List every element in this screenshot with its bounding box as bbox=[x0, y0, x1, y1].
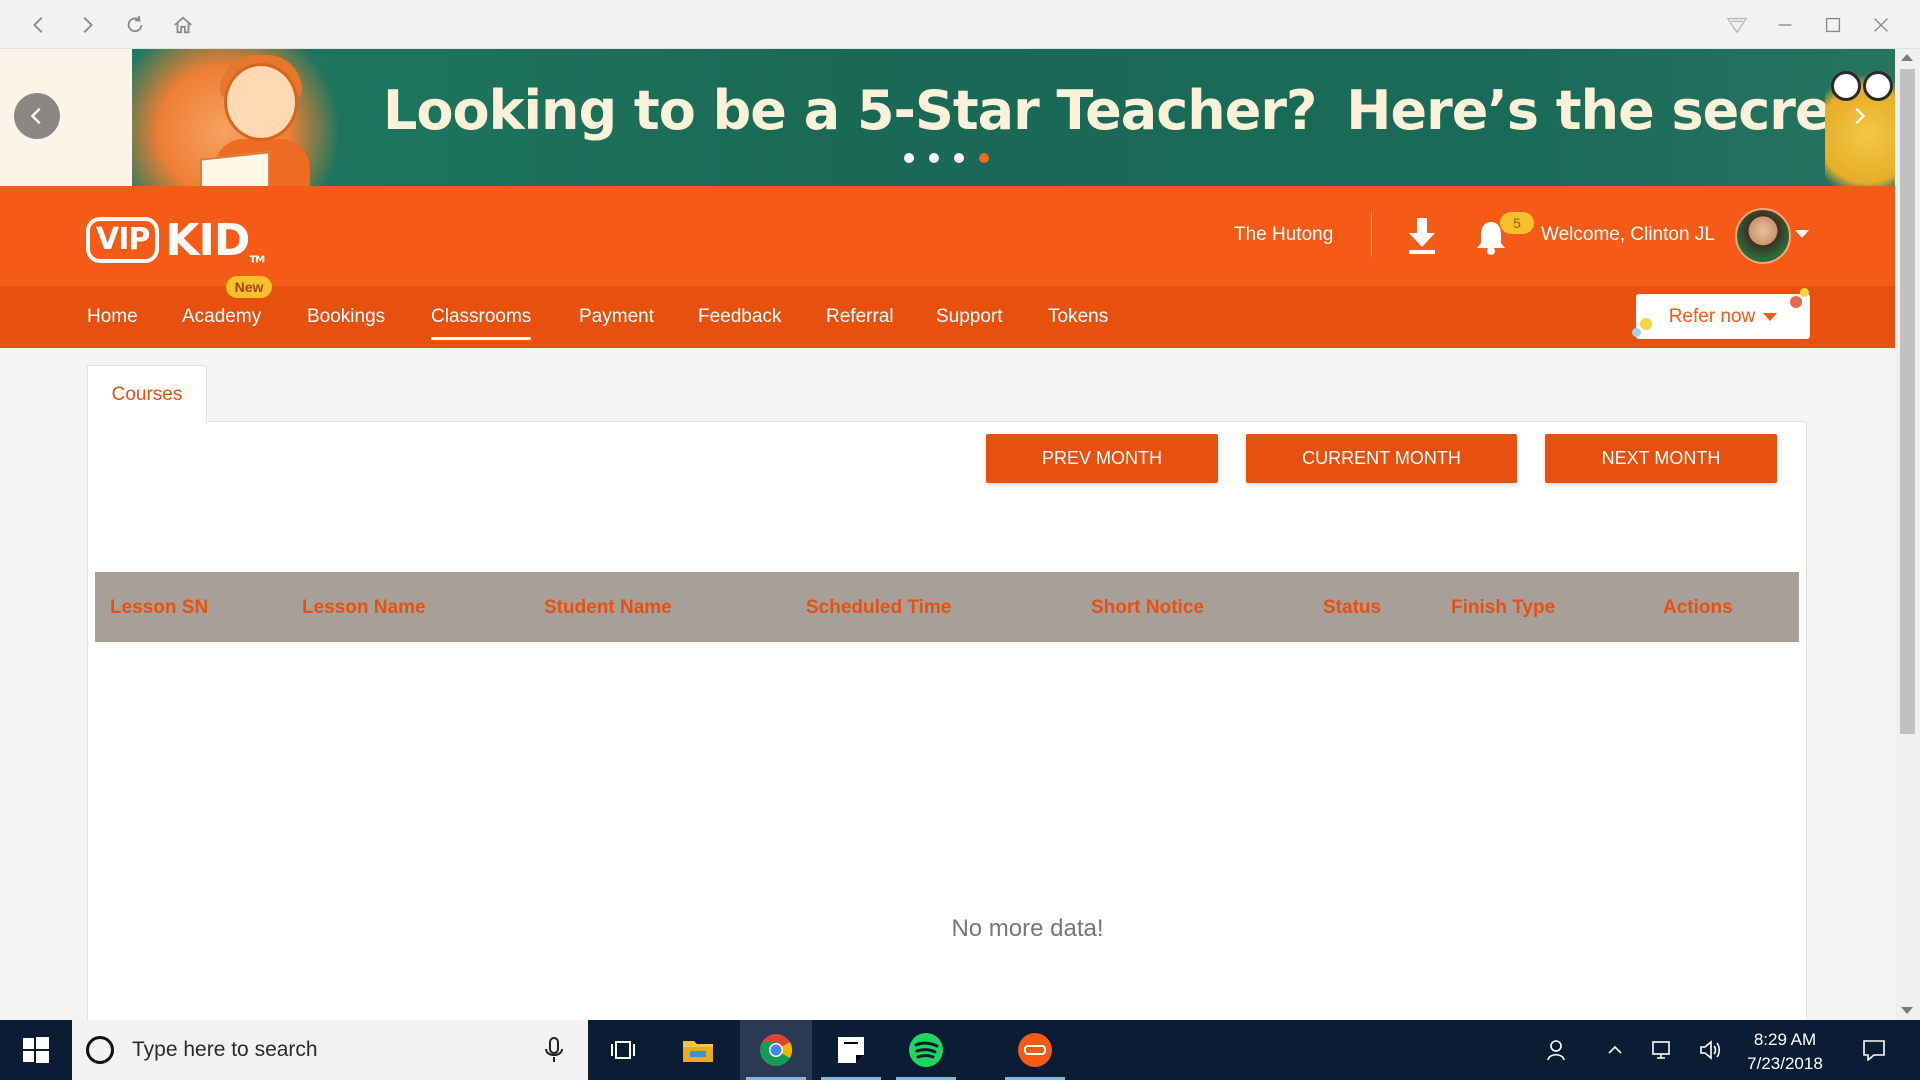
empty-state-message: No more data! bbox=[951, 915, 1104, 942]
vipkid-logo[interactable]: VIP KIDTM bbox=[86, 212, 265, 266]
network-icon[interactable] bbox=[1646, 1020, 1680, 1080]
flower-decoration-icon bbox=[1632, 328, 1641, 337]
page-scrollbar[interactable] bbox=[1895, 49, 1920, 1019]
avatar[interactable] bbox=[1735, 208, 1791, 264]
nav-bookings[interactable]: Bookings bbox=[307, 306, 385, 328]
action-center-icon[interactable] bbox=[1852, 1020, 1896, 1080]
current-month-button[interactable]: CURRENT MONTH bbox=[1246, 434, 1517, 483]
chevron-up-icon[interactable] bbox=[1598, 1020, 1632, 1080]
header-divider bbox=[1371, 213, 1372, 257]
people-icon[interactable] bbox=[1538, 1020, 1578, 1080]
column-header[interactable]: Lesson SN bbox=[110, 597, 208, 619]
column-header[interactable]: Status bbox=[1323, 597, 1381, 619]
column-header[interactable]: Student Name bbox=[544, 597, 672, 619]
site-header: VIP KIDTM The Hutong 5 Welcome, Clinton J… bbox=[0, 186, 1895, 286]
refer-now-label: Refer now bbox=[1668, 305, 1756, 327]
banner-headline-part1: Looking to be a 5-Star Teacher? bbox=[383, 79, 1317, 142]
windows-taskbar: Type here to search 8:29 AM 7/23/2018 bbox=[0, 1020, 1920, 1080]
flower-decoration-icon bbox=[1800, 288, 1809, 297]
sticky-notes-button[interactable] bbox=[815, 1020, 887, 1080]
cortana-icon[interactable] bbox=[86, 1036, 114, 1064]
column-header[interactable]: Lesson Name bbox=[302, 597, 426, 619]
banner-headline-part2: Here’s the secret! bbox=[1346, 79, 1880, 142]
column-header[interactable]: Scheduled Time bbox=[806, 597, 951, 619]
banner-next-button[interactable] bbox=[1836, 93, 1882, 139]
column-header[interactable]: Finish Type bbox=[1451, 597, 1555, 619]
chrome-icon bbox=[760, 1034, 793, 1066]
welcome-text[interactable]: Welcome, Clinton JL bbox=[1541, 224, 1715, 246]
column-header[interactable]: Actions bbox=[1663, 597, 1733, 619]
nav-academy[interactable]: Academy bbox=[182, 306, 261, 328]
tab-courses[interactable]: Courses bbox=[87, 365, 207, 423]
refer-now-button[interactable]: Refer now bbox=[1636, 294, 1810, 339]
browser-toolbar bbox=[0, 0, 1920, 49]
carousel-dot[interactable] bbox=[904, 153, 914, 163]
hutong-link[interactable]: The Hutong bbox=[1234, 224, 1333, 246]
scroll-up-icon[interactable] bbox=[1901, 54, 1913, 61]
banner-prev-button[interactable] bbox=[14, 93, 60, 139]
carousel-dot-active[interactable] bbox=[979, 153, 989, 163]
carousel-dot[interactable] bbox=[954, 153, 964, 163]
spotify-icon bbox=[909, 1033, 943, 1067]
nav-home[interactable]: Home bbox=[87, 306, 138, 328]
task-view-button[interactable] bbox=[588, 1020, 660, 1080]
forward-icon[interactable] bbox=[72, 10, 102, 40]
nav-payment[interactable]: Payment bbox=[579, 306, 654, 328]
vipkid-app-icon bbox=[1018, 1033, 1052, 1067]
taskbar-search[interactable]: Type here to search bbox=[72, 1020, 588, 1080]
teacher-illustration bbox=[200, 51, 330, 186]
chrome-taskbar-button[interactable] bbox=[740, 1020, 812, 1080]
microphone-icon[interactable] bbox=[544, 1037, 564, 1063]
chevron-left-icon bbox=[30, 107, 41, 125]
spotify-button[interactable] bbox=[890, 1020, 962, 1080]
main-nav: Home Academy Bookings Classrooms Payment… bbox=[0, 286, 1895, 348]
clock-date: 7/23/2018 bbox=[1747, 1054, 1823, 1073]
home-icon[interactable] bbox=[168, 10, 198, 40]
task-view-icon bbox=[611, 1041, 635, 1059]
flower-decoration-icon bbox=[1640, 318, 1652, 330]
chevron-down-icon bbox=[1763, 312, 1778, 321]
windows-logo-icon bbox=[23, 1037, 49, 1063]
new-badge: New bbox=[226, 276, 272, 298]
download-icon[interactable] bbox=[1406, 216, 1438, 256]
prev-month-button[interactable]: PREV MONTH bbox=[986, 434, 1218, 483]
banner-headline: Looking to be a 5-Star Teacher? Here’s th… bbox=[383, 79, 1880, 142]
vipkid-teacher-app-button[interactable] bbox=[999, 1020, 1071, 1080]
close-icon[interactable] bbox=[1866, 10, 1896, 40]
nav-tokens[interactable]: Tokens bbox=[1048, 306, 1108, 328]
clock-time: 8:29 AM bbox=[1753, 1030, 1817, 1049]
file-explorer-button[interactable] bbox=[662, 1020, 734, 1080]
carousel-dots bbox=[904, 153, 989, 163]
maximize-icon[interactable] bbox=[1818, 10, 1848, 40]
back-icon[interactable] bbox=[24, 10, 54, 40]
notification-badge: 5 bbox=[1500, 212, 1534, 234]
reload-icon[interactable] bbox=[120, 10, 150, 40]
logo-vip: VIP bbox=[86, 217, 160, 263]
carousel-dot[interactable] bbox=[929, 153, 939, 163]
chevron-right-icon bbox=[1855, 107, 1866, 125]
next-month-button[interactable]: NEXT MONTH bbox=[1545, 434, 1777, 483]
sticky-notes-icon bbox=[838, 1037, 864, 1063]
search-placeholder: Type here to search bbox=[132, 1038, 318, 1061]
lessons-table-header: Lesson SN Lesson Name Student Name Sched… bbox=[95, 572, 1799, 642]
flower-decoration-icon bbox=[1790, 296, 1802, 308]
extension-icon[interactable] bbox=[1722, 10, 1752, 40]
nav-classrooms[interactable]: Classrooms bbox=[431, 306, 532, 340]
folder-icon bbox=[683, 1041, 713, 1062]
logo-kid: KID bbox=[165, 214, 250, 266]
nav-support[interactable]: Support bbox=[936, 306, 1003, 328]
system-clock[interactable]: 8:29 AM 7/23/2018 bbox=[1720, 1028, 1850, 1076]
scrollbar-thumb[interactable] bbox=[1900, 69, 1915, 734]
chevron-down-icon[interactable] bbox=[1795, 230, 1809, 238]
column-header[interactable]: Short Notice bbox=[1091, 597, 1204, 619]
promo-banner[interactable]: Looking to be a 5-Star Teacher? Here’s th… bbox=[0, 49, 1895, 186]
logo-tm: TM bbox=[249, 254, 265, 266]
nav-referral[interactable]: Referral bbox=[826, 306, 894, 328]
start-button[interactable] bbox=[0, 1020, 72, 1080]
scroll-down-icon[interactable] bbox=[1901, 1007, 1913, 1014]
minimize-icon[interactable] bbox=[1770, 10, 1800, 40]
nav-feedback[interactable]: Feedback bbox=[698, 306, 781, 328]
